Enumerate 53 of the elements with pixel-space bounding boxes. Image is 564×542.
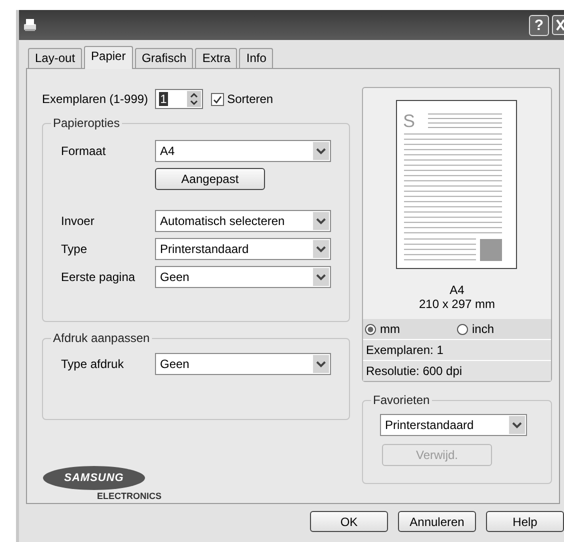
tab[interactable]: Info — [239, 48, 274, 68]
info-text: Exemplaren: 1 — [363, 339, 551, 360]
dropdown-value: Geen — [160, 357, 190, 371]
unit-radio[interactable]: inch — [457, 322, 549, 336]
logo-brand: SAMSUNG — [64, 472, 124, 484]
dropdown-value: Printerstandaard — [385, 418, 474, 432]
spin-arrows-icon — [187, 91, 202, 107]
unit-radio[interactable]: mm — [365, 322, 457, 336]
field-label: Eerste pagina — [61, 270, 136, 284]
collate-label: Sorteren — [227, 92, 274, 106]
custom-button[interactable]: Aangepast — [155, 168, 265, 190]
spinner-value: 1 — [159, 92, 168, 106]
info-text: Resolutie: 600 dpi — [363, 360, 551, 381]
dialog-button[interactable]: Help — [486, 511, 564, 532]
field-label: Formaat — [61, 144, 107, 158]
image-block — [480, 239, 502, 261]
tab[interactable]: Papier — [84, 46, 133, 69]
printer-icon — [22, 17, 38, 33]
tab[interactable]: Lay-out — [28, 48, 82, 68]
dropdown[interactable]: Printerstandaard — [380, 414, 527, 436]
dropdown[interactable]: Printerstandaard — [155, 238, 331, 260]
field-label: Type — [61, 242, 88, 256]
logo-subtitle: ELECTRONICS — [97, 491, 162, 502]
dialog-button[interactable]: Annuleren — [398, 511, 476, 532]
dropdown[interactable]: Automatisch selecteren — [155, 210, 331, 232]
help-button[interactable]: ? — [529, 14, 549, 36]
unit-label: inch — [472, 322, 494, 336]
radio-circle[interactable] — [365, 324, 376, 334]
dropdown-value: A4 — [160, 144, 175, 158]
dropdown[interactable]: Geen — [155, 353, 331, 375]
radio-circle[interactable] — [457, 324, 468, 334]
dropdown-value: Geen — [160, 270, 190, 284]
tab[interactable]: Extra — [195, 48, 238, 68]
dropdown[interactable]: Geen — [155, 266, 331, 288]
close-icon[interactable] — [552, 15, 564, 35]
page-letter: S — [403, 111, 416, 131]
unit-label: mm — [380, 322, 400, 336]
group-title: Afdruk aanpassen — [51, 331, 152, 345]
tab[interactable]: Grafisch — [134, 48, 194, 68]
dialog-button[interactable]: OK — [310, 511, 388, 532]
field-label: Type afdruk — [61, 357, 125, 371]
collate-checkbox[interactable] — [211, 92, 224, 106]
copies-label: Exemplaren (1-999) — [42, 92, 148, 106]
paper-size: 210 x 297 mm — [418, 297, 496, 311]
copies-spinner[interactable]: 1 — [155, 89, 204, 109]
dropdown-value: Printerstandaard — [160, 242, 249, 256]
dropdown-value: Automatisch selecteren — [160, 214, 285, 228]
group-title: Favorieten — [371, 393, 432, 407]
dropdown[interactable]: A4 — [155, 140, 331, 162]
paper-name: A4 — [450, 284, 464, 297]
field-label: Invoer — [61, 214, 96, 228]
logo-ellipse-icon — [42, 465, 146, 491]
group-title: Papieropties — [51, 116, 122, 130]
